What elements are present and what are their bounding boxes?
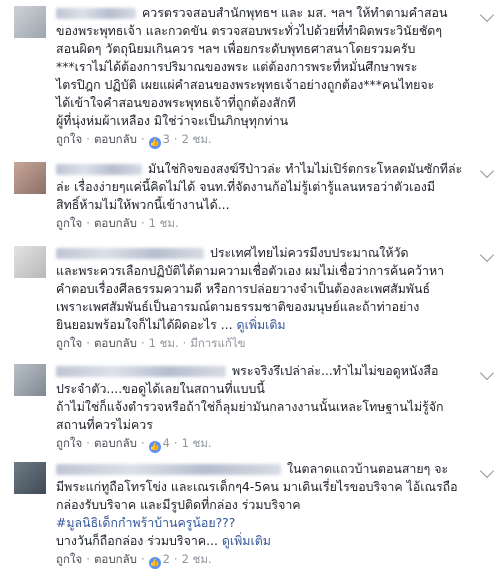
comment-text: ของพระพุทธเจ้า และกวดขัน ตรวจสอบพระทั่วไ… [56,23,442,38]
comment-text: ในตลาดแถวบ้านตอนสายๆ จะ [287,461,449,476]
commenter-name[interactable] [56,464,281,475]
comment-actions: ถูกใจ · ตอบกลับ · 👍 3 · 2 ชม. [56,132,212,149]
comment-actions: ถูกใจ · ตอบกลับ · 👍 2 · 2 ชม. [56,552,212,569]
timestamp[interactable]: 2 ชม. [182,552,212,566]
see-more-link[interactable]: ดูเพิ่มเติม [222,533,271,548]
comment-text: สอนผิดๆ วัตถุนิยมเกินควร ฯลฯ เพื่อยกระดั… [56,41,416,56]
avatar[interactable] [14,462,46,494]
comment-text: ไตรปิฎก ปฏิบัติ เผยแผ่คำสอนของพระพุทธเจ้… [56,77,435,92]
reaction-count[interactable]: 4 [163,436,170,450]
commenter-name[interactable] [56,164,142,175]
comment-actions: ถูกใจ · ตอบกลับ · 👍 4 · 1 ชม. [56,436,212,453]
timestamp[interactable]: 1 ชม. [149,336,179,350]
comment-text: สถานที่ควรไม่ควร [56,417,153,432]
commenter-name[interactable] [56,248,204,259]
comment-text: เพราะเพศสัมพันธ์เป็นอารมณ์ตามธรรมชาติของ… [56,299,420,314]
comment-text: และพระควรเลือกปฏิบัติได้ตามความเชื่อตัวเ… [56,263,445,278]
avatar[interactable] [14,6,46,38]
like-button[interactable]: ถูกใจ [56,436,82,450]
thumbs-up-icon[interactable]: 👍 [148,557,161,569]
commenter-name[interactable] [56,8,136,19]
like-button[interactable]: ถูกใจ [56,216,82,230]
reply-button[interactable]: ตอบกลับ [94,436,137,450]
comment-text: ***เราไม่ได้ต้องการปริมาณของพระ แต่ต้องก… [56,59,418,74]
timestamp[interactable]: 1 ชม. [149,216,179,230]
comment-text: มันใช่กิจของสงฆ์รึป่าวล่ะ ทำไมไม่เปิร์ตก… [148,161,463,176]
reaction-count[interactable]: 2 [163,552,170,566]
thumbs-up-icon[interactable]: 👍 [148,441,161,453]
timestamp[interactable]: 2 ชม. [182,132,212,146]
edited-label[interactable]: มีการแก้ไข [190,336,245,350]
reply-button[interactable]: ตอบกลับ [94,336,137,350]
comment-text: ควรตรวจสอบสำนักพุทธฯ และ มส. ฯลฯ ให้ทำตา… [142,5,448,20]
comment-text: ล่ะ เรื่องง่ายๆแค่นี้คิดไม่ได้ จนท.ที่จั… [56,179,435,194]
avatar[interactable] [14,246,46,278]
avatar[interactable] [14,364,46,396]
comment-text: มีพระแก่ทูถือโทรโข่ง และเณรเด็กๆ4-5คน มา… [56,479,458,494]
comment-text: พระจริงรึเปล่าล่ะ...ทำไมไม่ขอดูหนังสือ [232,363,439,378]
comment-text: ยินยอมพร้อมใจก็ไม่ได้ผิดอะไร ... [56,317,233,332]
like-button[interactable]: ถูกใจ [56,336,82,350]
reaction-count[interactable]: 3 [163,132,170,146]
commenter-name[interactable] [56,366,226,377]
comment-text: ได้เข้าใจคำสอนของพระพุทธเจ้าที่ถูกต้องสั… [56,95,296,110]
hashtag-link[interactable]: #มูลนิธิเด็กกำพร้าบ้านครูน้อย??? [56,515,235,530]
reply-button[interactable]: ตอบกลับ [94,552,137,566]
reply-button[interactable]: ตอบกลับ [94,216,137,230]
comment-text: ถ้าไม่ใช่ก็แจ้งตำรวจหรือถ้าใช่ก็ลุมย่ามั… [56,399,444,414]
like-button[interactable]: ถูกใจ [56,552,82,566]
avatar[interactable] [14,162,46,194]
reply-button[interactable]: ตอบกลับ [94,132,137,146]
like-button[interactable]: ถูกใจ [56,132,82,146]
comment-text: ประจำตัว....ขอดูได้เลยในสถานที่แบบนี้ [56,381,265,396]
timestamp[interactable]: 1 ชม. [182,436,212,450]
comment-text: กล่องรับบริจาค และมีรูปติดที่กล่อง ร่วมบ… [56,497,301,512]
comment-text: ประเทศไทยไม่ควรมีงบประมาณให้วัด [210,245,409,260]
comment-actions: ถูกใจ · ตอบกลับ · 1 ชม. [56,216,179,230]
comment-text: คำตอบเรื่องศีลธรรมความดี หรือการปล่อยวาง… [56,281,431,296]
comment-text: สิทธิ์ห้ามไม่ให้พวกนี้เข้างานได้... [56,197,230,212]
comment-text: บางวันก็ถือกล่อง ร่วมบริจาค... [56,533,218,548]
see-more-link[interactable]: ดูเพิ่มเติม [237,317,286,332]
thumbs-up-icon[interactable]: 👍 [148,137,161,149]
comment-text: ผู้ที่นุ่งห่มผ้าเหลือง มิใช่ว่าจะเป็นภิก… [56,113,289,128]
comment-actions: ถูกใจ · ตอบกลับ · 1 ชม. · มีการแก้ไข [56,336,246,350]
